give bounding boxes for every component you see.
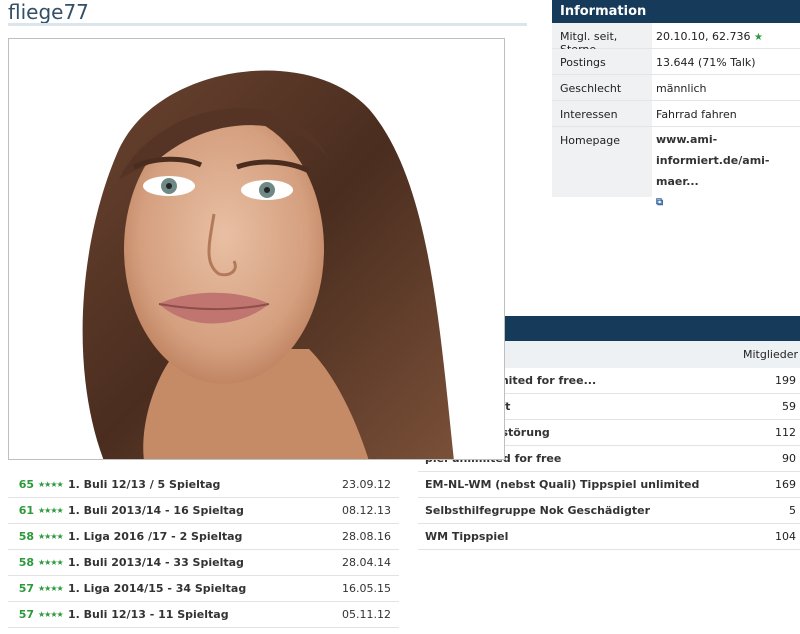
stars-icon: ★★★★ bbox=[38, 584, 64, 593]
info-panel-title: Information bbox=[552, 0, 800, 23]
info-row-postings: Postings 13.644 (71% Talk) bbox=[552, 49, 800, 75]
tipp-title[interactable]: 1. Liga 2016 /17 - 2 Spieltag bbox=[64, 530, 339, 543]
info-row-member-since: Mitgl. seit, Sterne 20.10.10, 62.736 ★ bbox=[552, 23, 800, 56]
group-name[interactable]: EM-NL-WM (nebst Quali) Tippspiel unlimit… bbox=[418, 478, 740, 491]
tipp-points: 65 bbox=[18, 478, 34, 491]
tipp-title[interactable]: 1. Buli 2013/14 - 16 Spieltag bbox=[64, 504, 339, 517]
group-count: 199 bbox=[775, 374, 796, 387]
group-count: 59 bbox=[782, 400, 796, 413]
info-value: männlich bbox=[656, 82, 707, 95]
info-row-gender: Geschlecht männlich bbox=[552, 75, 800, 101]
stars-icon: ★★★★ bbox=[38, 532, 64, 541]
tipps-list: 65 ★★★★ 1. Buli 12/13 / 5 Spieltag 23.09.12… bbox=[8, 472, 399, 628]
info-row-homepage: Homepage www.ami- informiert.de/ami-maer… bbox=[552, 127, 800, 208]
tipp-title[interactable]: 1. Liga 2014/15 - 34 Spieltag bbox=[64, 582, 339, 595]
tipp-date: 16.05.15 bbox=[342, 582, 391, 595]
tipp-points: 57 bbox=[18, 608, 34, 621]
info-value: Fahrrad fahren bbox=[656, 108, 737, 121]
tipp-row[interactable]: 61 ★★★★ 1. Buli 2013/14 - 16 Spieltag 08.12… bbox=[8, 498, 399, 524]
group-name[interactable]: Selbsthilfegruppe Nok Geschädigter bbox=[418, 504, 740, 517]
tipp-row[interactable]: 58 ★★★★ 1. Liga 2016 /17 - 2 Spieltag 28.08… bbox=[8, 524, 399, 550]
tipp-date: 28.08.16 bbox=[342, 530, 391, 543]
title-underline bbox=[8, 23, 527, 26]
group-row[interactable]: WM Tippspiel 104 bbox=[418, 524, 800, 550]
tipp-points: 58 bbox=[18, 530, 34, 543]
info-value: 20.10.10, 62.736 ★ bbox=[652, 23, 800, 48]
homepage-link-line1[interactable]: www.ami- bbox=[656, 129, 800, 150]
homepage-link-line2[interactable]: informiert.de/ami-maer... bbox=[656, 150, 800, 192]
group-count: 104 bbox=[775, 530, 796, 543]
group-count: 112 bbox=[775, 426, 796, 439]
homepage-link[interactable]: www.ami- informiert.de/ami-maer... ⧉ bbox=[652, 127, 800, 208]
info-value: 13.644 (71% Talk) bbox=[656, 56, 756, 69]
info-key: Homepage bbox=[552, 127, 652, 197]
group-count: 5 bbox=[789, 504, 796, 517]
group-count: 90 bbox=[782, 452, 796, 465]
tipp-date: 08.12.13 bbox=[342, 504, 391, 517]
info-key: Mitgl. seit, Sterne bbox=[552, 23, 652, 56]
tipp-points: 58 bbox=[18, 556, 34, 569]
profile-photo bbox=[8, 38, 505, 460]
info-key: Postings bbox=[552, 49, 652, 74]
tipp-row[interactable]: 65 ★★★★ 1. Buli 12/13 / 5 Spieltag 23.09.12 bbox=[8, 472, 399, 498]
external-link-icon[interactable]: ⧉ bbox=[656, 192, 800, 213]
tipp-row[interactable]: 58 ★★★★ 1. Buli 2013/14 - 33 Spieltag 28.04… bbox=[8, 550, 399, 576]
stars-icon: ★★★★ bbox=[38, 506, 64, 515]
group-count: 169 bbox=[775, 478, 796, 491]
group-row[interactable]: Selbsthilfegruppe Nok Geschädigter 5 bbox=[418, 498, 800, 524]
stars-icon: ★★★★ bbox=[38, 480, 64, 489]
profile-username: fliege77 bbox=[8, 0, 89, 24]
tipp-row[interactable]: 57 ★★★★ 1. Buli 12/13 - 11 Spieltag 05.11.1… bbox=[8, 602, 399, 628]
stars-icon: ★★★★ bbox=[38, 558, 64, 567]
tipp-row[interactable]: 57 ★★★★ 1. Liga 2014/15 - 34 Spieltag 16.05… bbox=[8, 576, 399, 602]
stars-icon: ★★★★ bbox=[38, 610, 64, 619]
info-panel: Information Mitgl. seit, Sterne 20.10.10… bbox=[552, 0, 800, 208]
info-row-interests: Interessen Fahrrad fahren bbox=[552, 101, 800, 127]
group-row[interactable]: EM-NL-WM (nebst Quali) Tippspiel unlimit… bbox=[418, 472, 800, 498]
tipp-title[interactable]: 1. Buli 12/13 - 11 Spieltag bbox=[64, 608, 339, 621]
tipp-date: 05.11.12 bbox=[342, 608, 391, 621]
portrait-illustration bbox=[9, 39, 504, 459]
tipp-date: 23.09.12 bbox=[342, 478, 391, 491]
star-icon: ★ bbox=[753, 32, 763, 43]
tipp-points: 61 bbox=[18, 504, 34, 517]
tipp-title[interactable]: 1. Buli 2013/14 - 33 Spieltag bbox=[64, 556, 339, 569]
tipp-title[interactable]: 1. Buli 12/13 / 5 Spieltag bbox=[64, 478, 339, 491]
tipp-points: 57 bbox=[18, 582, 34, 595]
tipp-date: 28.04.14 bbox=[342, 556, 391, 569]
info-key: Interessen bbox=[552, 101, 652, 126]
info-value-text: 20.10.10, 62.736 bbox=[656, 30, 751, 43]
info-key: Geschlecht bbox=[552, 75, 652, 100]
group-name[interactable]: WM Tippspiel bbox=[418, 530, 740, 543]
